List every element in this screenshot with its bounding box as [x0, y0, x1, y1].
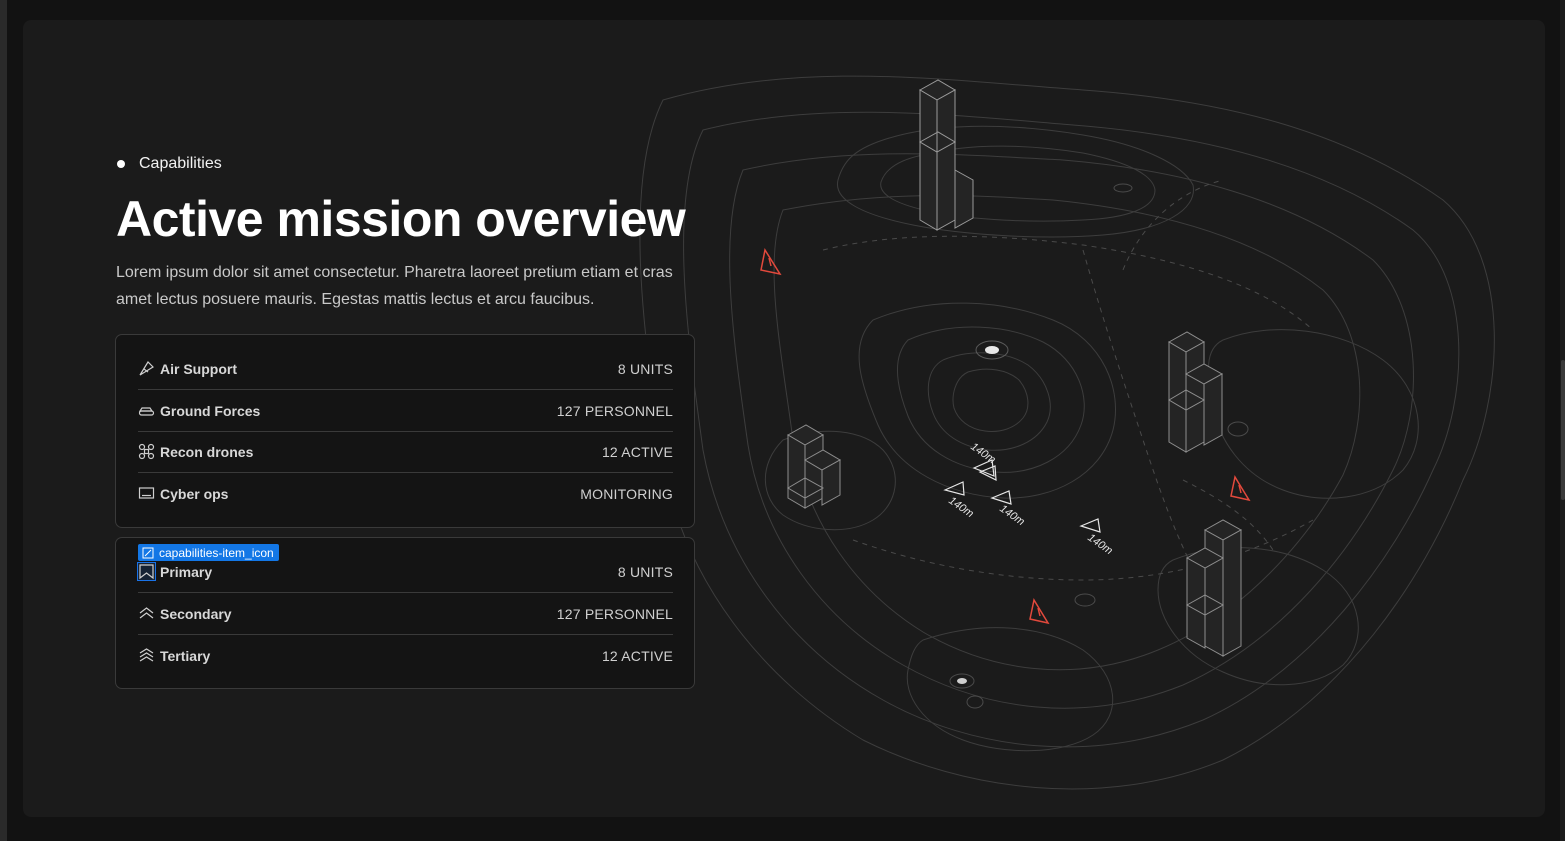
altitude-label: 140m [1085, 532, 1114, 558]
capabilities-item-value: 127 PERSONNEL [556, 402, 673, 419]
rank-item-label: Tertiary [160, 647, 211, 664]
capabilities-item-label: Air Support [160, 360, 237, 377]
rank-item-value: 8 UNITS [617, 563, 673, 580]
page-title: Active mission overview [116, 191, 686, 247]
bullet-dot-icon [117, 160, 125, 168]
chevron-rank-3-icon [138, 647, 155, 664]
capabilities-item[interactable]: Ground Forces 127 PERSONNEL [138, 390, 673, 432]
eyebrow-label: Capabilities [139, 155, 222, 172]
capabilities-item-label: Ground Forces [160, 402, 261, 419]
drone-icon [138, 443, 155, 460]
tank-icon [138, 402, 155, 419]
capabilities-item-label: Cyber ops [160, 485, 229, 502]
rank-item-label: Primary [160, 563, 213, 580]
rank-item-label: Secondary [160, 605, 232, 622]
altitude-label: 140m [997, 503, 1026, 529]
beacon-icon [949, 340, 1009, 689]
laptop-icon [138, 485, 155, 502]
eyebrow: Capabilities [116, 153, 696, 175]
section-header: Capabilities Active mission overview Lor… [116, 153, 696, 313]
rank-item-value: 127 PERSONNEL [556, 605, 673, 622]
capabilities-item-value: 12 ACTIVE [601, 443, 673, 460]
capabilities-item-value: MONITORING [580, 485, 673, 502]
jet-icon [138, 360, 155, 377]
capabilities-section: 140m 140m 140m 140m Capabilities Active … [23, 20, 1545, 817]
capabilities-item[interactable]: Air Support 8 UNITS [138, 348, 673, 390]
window-left-edge [0, 0, 7, 841]
rank-item[interactable]: Tertiary 12 ACTIVE [138, 635, 673, 676]
rank-item-value: 12 ACTIVE [601, 647, 673, 664]
scrollbar-thumb[interactable] [1561, 360, 1565, 500]
chevron-rank-2-icon [138, 605, 155, 622]
topographic-map: 140m 140m 140m 140m [639, 75, 1495, 790]
rank-item[interactable]: Secondary 127 PERSONNEL [138, 593, 673, 635]
section-description: Lorem ipsum dolor sit amet consectetur. … [116, 264, 673, 308]
altitude-label: 140m [968, 441, 997, 467]
capabilities-item-value: 8 UNITS [617, 360, 673, 377]
altitude-label: 140m [946, 495, 975, 521]
scrollbar-track[interactable] [1560, 0, 1565, 841]
chevron-rank-1-icon [137, 562, 156, 581]
capabilities-list: Air Support 8 UNITS Ground Forces 127 PE… [115, 334, 695, 528]
capabilities-item-label: Recon drones [160, 443, 254, 460]
rank-list: capabilities-item_icon Primary 8 UNITS S… [115, 537, 695, 689]
rank-item[interactable]: Primary 8 UNITS [137, 551, 673, 593]
beacon-ring [1074, 593, 1096, 607]
capabilities-item[interactable]: Recon drones 12 ACTIVE [138, 431, 673, 473]
capabilities-item[interactable]: Cyber ops MONITORING [138, 473, 673, 514]
